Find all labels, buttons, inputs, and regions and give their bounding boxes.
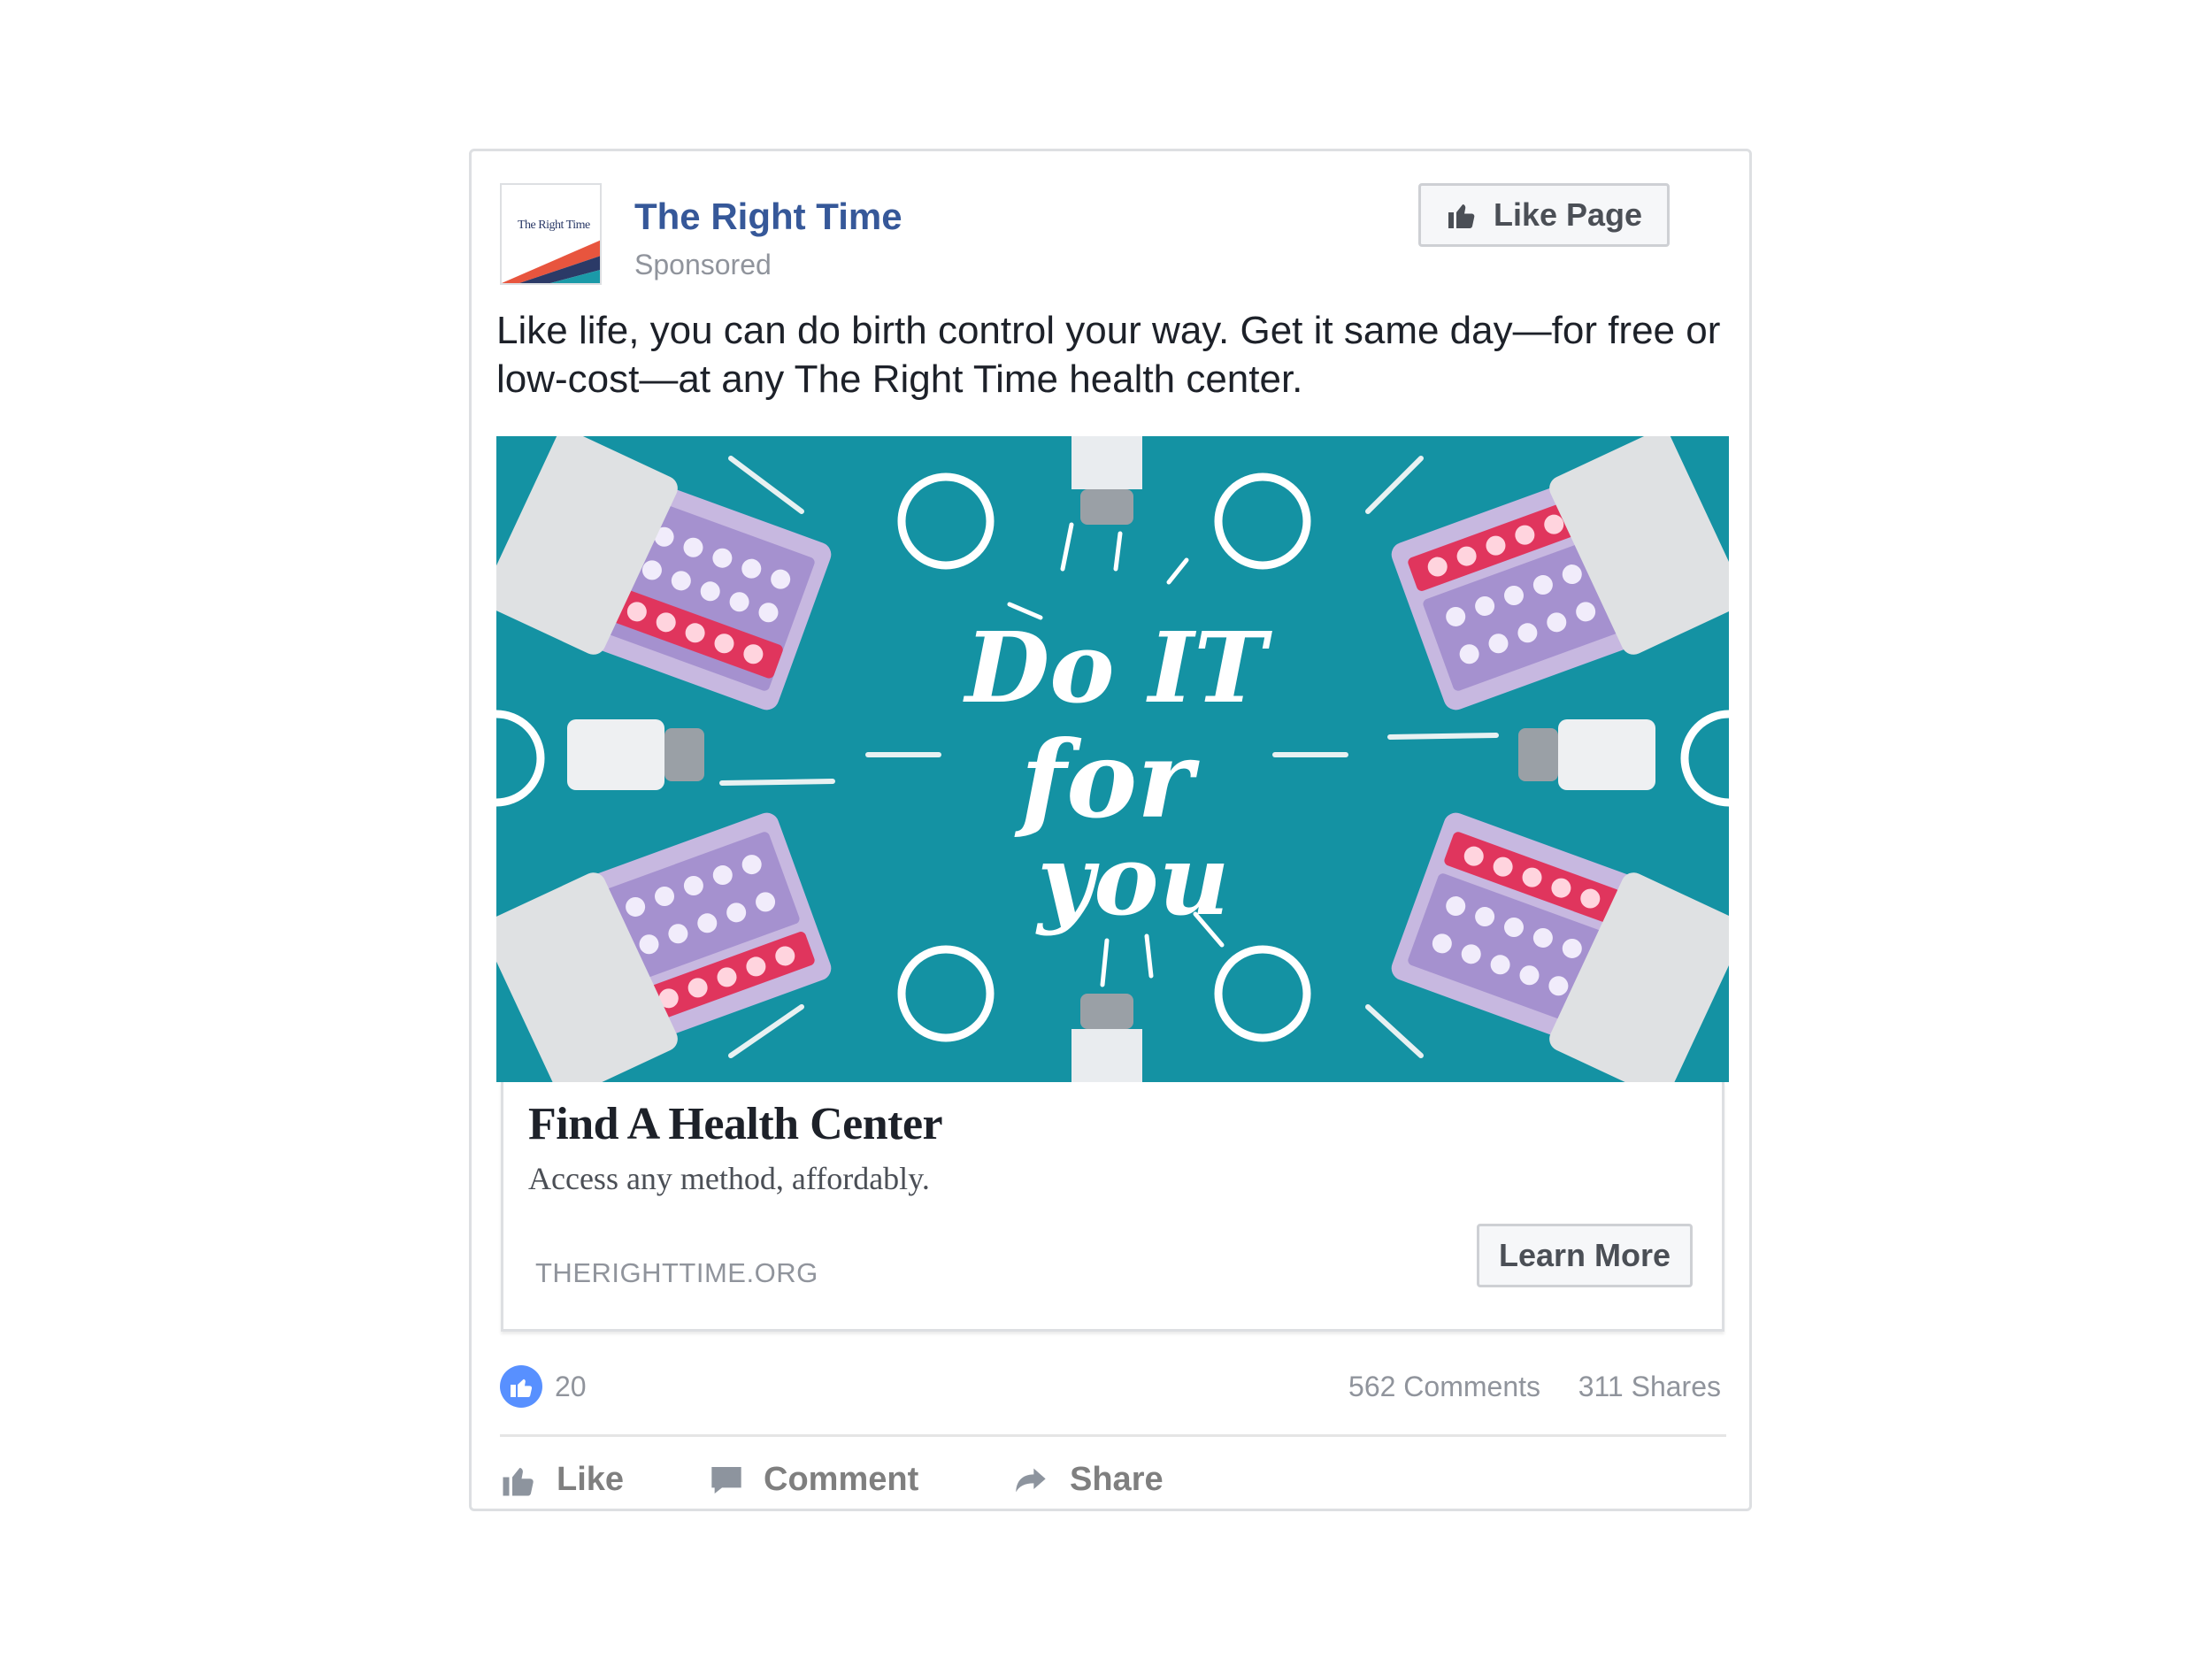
engagement-stats: 20 562 Comments 311 Shares: [500, 1362, 1726, 1415]
shares-count[interactable]: 311 Shares: [1578, 1371, 1721, 1403]
post-actions: Like Comment Share: [500, 1452, 1726, 1514]
actions-divider: [500, 1434, 1726, 1437]
avatar-logo-stripes: [502, 240, 600, 283]
ad-headline[interactable]: Find A Health Center: [528, 1098, 943, 1150]
sponsored-post-card: The Right Time The Right Time Sponsored …: [469, 149, 1752, 1511]
sponsored-label: Sponsored: [634, 249, 772, 280]
link-preview[interactable]: Find A Health Center Access any method, …: [501, 1082, 1724, 1332]
share-button[interactable]: Share: [1011, 1461, 1164, 1499]
like-page-label: Like Page: [1493, 196, 1643, 233]
lettering-do-it: Do IT: [963, 611, 1273, 725]
like-count[interactable]: 20: [555, 1371, 587, 1403]
share-arrow-icon: [1016, 1468, 1046, 1492]
ad-description: Access any method, affordably.: [528, 1161, 930, 1196]
thumbs-up-icon: [503, 1467, 534, 1495]
like-button[interactable]: Like: [500, 1461, 624, 1499]
share-button-label: Share: [1070, 1461, 1164, 1498]
comment-icon: [711, 1466, 741, 1494]
lettering-you: you: [1034, 823, 1229, 937]
comments-count[interactable]: 562 Comments: [1348, 1371, 1540, 1403]
ad-image-illustration: Do IT for you: [496, 436, 1729, 1082]
ad-domain: THERIGHTTIME.ORG: [535, 1257, 818, 1288]
post-text: Like life, you can do birth control your…: [496, 309, 1721, 401]
ad-image[interactable]: Do IT for you: [496, 436, 1729, 1082]
like-button-label: Like: [557, 1461, 625, 1498]
comment-button-label: Comment: [764, 1461, 919, 1498]
thumbs-up-icon: [1448, 204, 1475, 228]
like-reaction-icon[interactable]: [500, 1365, 542, 1408]
page-name-link[interactable]: The Right Time: [634, 196, 902, 238]
learn-more-button[interactable]: Learn More: [1477, 1224, 1693, 1287]
page-avatar[interactable]: The Right Time: [500, 183, 602, 285]
comment-button[interactable]: Comment: [709, 1461, 918, 1499]
like-page-button[interactable]: Like Page: [1418, 183, 1670, 247]
